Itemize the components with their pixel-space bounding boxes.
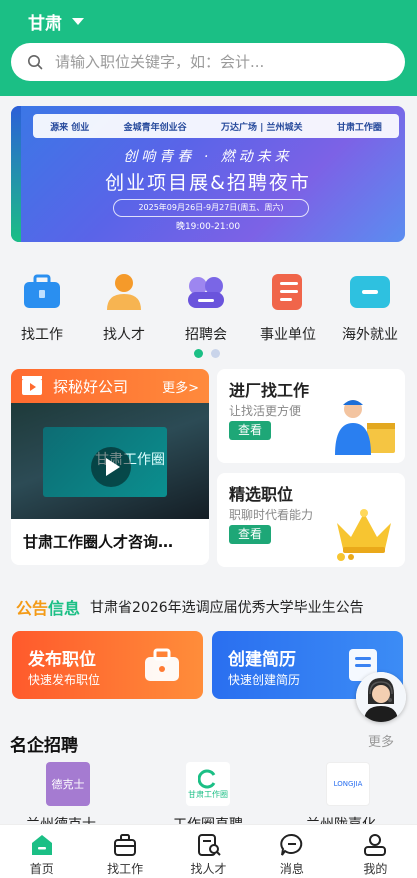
category-label: 找工作 xyxy=(21,327,63,343)
explore-title: 探秘好公司 xyxy=(53,377,129,396)
tab-label: 找人才 xyxy=(190,862,227,876)
banner-logo-4: 甘肃工作圈 xyxy=(336,122,382,133)
company-logo: 甘肃工作圈 xyxy=(186,762,230,806)
category-grid: 找工作 找人才 招聘会 事业单位 海外就业 xyxy=(0,270,417,350)
explore-caption: 甘肃工作圈人才咨询… xyxy=(23,533,174,551)
category-overseas[interactable]: 海外就业 xyxy=(330,270,410,350)
explore-company-card[interactable]: 探秘好公司 更多> 甘肃工作圈 甘肃工作圈人才咨询… xyxy=(11,369,209,565)
play-icon[interactable] xyxy=(91,447,131,487)
video-thumbnail[interactable]: 甘肃工作圈 xyxy=(11,403,209,519)
selected-jobs-card[interactable]: 精选职位 职聊时代看能力 查看 xyxy=(217,473,405,567)
company-logo-text: 德克士 xyxy=(51,778,85,791)
company-logo-text: 甘肃工作圈 xyxy=(188,789,228,799)
message-icon xyxy=(280,833,303,856)
company-logo: 德克士 xyxy=(46,762,90,806)
banner-logo-3: 万达广场 | 兰州城关 xyxy=(220,122,303,133)
document-icon xyxy=(266,270,310,314)
briefcase-icon xyxy=(114,834,137,856)
category-find-job[interactable]: 找工作 xyxy=(2,270,82,350)
explore-header: 探秘好公司 更多> xyxy=(11,369,209,403)
factory-card-subtitle: 让找活更方便 xyxy=(229,404,302,418)
tab-find-job[interactable]: 找工作 xyxy=(83,825,166,878)
tab-home[interactable]: 首页 xyxy=(0,825,83,878)
announcement-tag-2: 信息 xyxy=(48,599,81,618)
customer-service-avatar[interactable] xyxy=(356,672,406,722)
selected-card-title: 精选职位 xyxy=(229,485,294,504)
famous-companies-title: 名企招聘 xyxy=(10,736,78,756)
tab-label: 我的 xyxy=(363,862,388,876)
category-find-talent[interactable]: 找人才 xyxy=(84,270,164,350)
category-label: 海外就业 xyxy=(342,327,398,343)
selected-card-subtitle: 职聊时代看能力 xyxy=(229,508,314,522)
ring-logo-icon xyxy=(198,769,216,788)
category-job-fair[interactable]: 招聘会 xyxy=(166,270,246,350)
banner-logos: 源来 创业 金城青年创业谷 万达广场 | 兰州城关 甘肃工作圈 xyxy=(33,114,399,138)
announcement-bar[interactable]: 公告 信息 甘肃省2026年选调应届优秀大学毕业生公告 xyxy=(16,595,364,619)
tab-label: 消息 xyxy=(279,862,304,876)
factory-job-card[interactable]: 进厂找工作 让找活更方便 查看 xyxy=(217,369,405,463)
famous-more-link[interactable]: 更多 xyxy=(368,731,394,750)
person-icon xyxy=(102,270,146,314)
bottom-tab-bar: 首页 找工作 找人才 消息 我的 xyxy=(0,824,417,878)
promo-banner[interactable]: 源来 创业 金城青年创业谷 万达广场 | 兰州城关 甘肃工作圈 创响青春 · 燃… xyxy=(11,106,405,242)
post-job-subtitle: 快速发布职位 xyxy=(28,673,101,687)
category-label: 招聘会 xyxy=(185,327,227,343)
banner-title: 创业项目展&招聘夜市 xyxy=(105,172,311,194)
category-public-institution[interactable]: 事业单位 xyxy=(248,270,328,350)
banner-date: 2025年09月26日-9月27日(周五、周六) xyxy=(113,199,309,217)
worker-illustration-icon xyxy=(335,400,395,455)
factory-view-button[interactable]: 查看 xyxy=(229,421,271,440)
city-label: 甘肃 xyxy=(28,14,62,34)
tab-find-talent[interactable]: 找人才 xyxy=(167,825,250,878)
create-resume-subtitle: 快速创建简历 xyxy=(228,673,301,687)
page-indicator xyxy=(194,349,220,358)
factory-card-title: 进厂找工作 xyxy=(229,381,310,400)
header: 甘肃 xyxy=(0,0,417,96)
home-icon xyxy=(31,835,52,855)
announcement-text[interactable]: 甘肃省2026年选调应届优秀大学毕业生公告 xyxy=(90,597,364,617)
create-resume-title: 创建简历 xyxy=(228,650,296,670)
post-job-card[interactable]: 发布职位 快速发布职位 xyxy=(12,631,203,699)
company-logo: LONGJIA xyxy=(326,762,370,806)
page-dot[interactable] xyxy=(211,349,220,358)
category-label: 事业单位 xyxy=(260,327,316,343)
tab-messages[interactable]: 消息 xyxy=(250,825,333,878)
group-icon xyxy=(184,270,228,314)
video-icon xyxy=(22,376,42,395)
crown-icon xyxy=(337,509,391,561)
city-selector[interactable]: 甘肃 xyxy=(28,9,84,34)
banner-logo-2: 金城青年创业谷 xyxy=(123,122,187,133)
search-input[interactable] xyxy=(55,53,385,71)
category-label: 找人才 xyxy=(103,327,145,343)
search-bar[interactable] xyxy=(11,43,405,81)
caret-down-icon xyxy=(72,18,84,25)
resume-search-icon xyxy=(197,834,221,856)
page-dot-active xyxy=(194,349,203,358)
announcement-tag-1: 公告 xyxy=(16,599,49,618)
selected-view-button[interactable]: 查看 xyxy=(229,525,271,544)
company-logo-text: LONGJIA xyxy=(333,780,363,788)
banner-time: 晚19:00-21:00 xyxy=(175,222,241,232)
explore-more-link[interactable]: 更多> xyxy=(162,377,199,396)
banner-slogan: 创响青春 · 燃动未来 xyxy=(123,149,293,165)
tab-label: 首页 xyxy=(29,862,54,876)
post-job-title: 发布职位 xyxy=(28,650,96,670)
banner-logo-1: 源来 创业 xyxy=(50,122,90,133)
bag-icon xyxy=(145,648,179,681)
briefcase-icon xyxy=(20,270,64,314)
globe-icon xyxy=(348,270,392,314)
search-icon xyxy=(28,55,43,70)
tab-label: 找工作 xyxy=(107,862,144,876)
user-icon xyxy=(364,834,387,856)
tab-profile[interactable]: 我的 xyxy=(334,825,417,878)
